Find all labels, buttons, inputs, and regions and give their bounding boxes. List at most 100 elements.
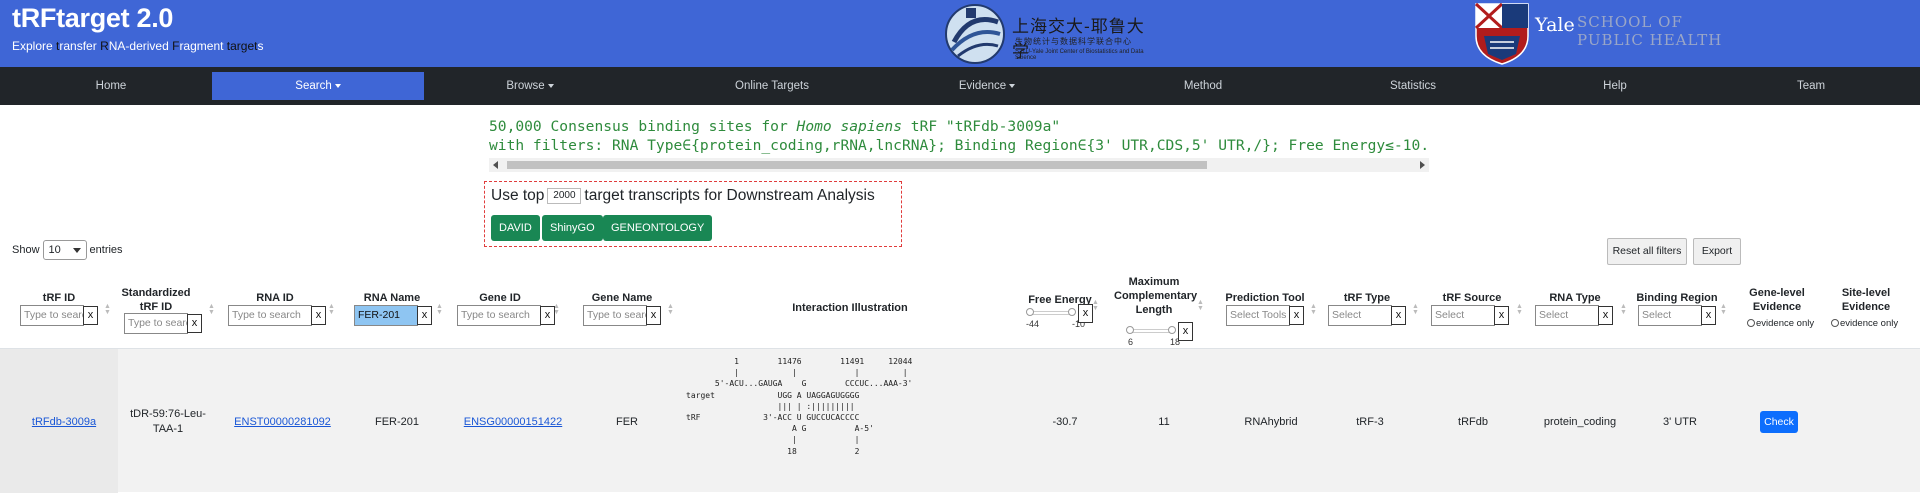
reset-filters-button[interactable]: Reset all filters: [1607, 238, 1687, 265]
clear-filter-button[interactable]: x: [1178, 322, 1193, 341]
sort-icon[interactable]: ▲ ▼: [1197, 299, 1204, 312]
checkbox-icon[interactable]: [1747, 319, 1755, 327]
clear-filter-button[interactable]: x: [1289, 306, 1304, 325]
yale-school-line1: SCHOOL OF: [1577, 13, 1683, 31]
yale-shield-icon[interactable]: [1474, 2, 1530, 66]
entries-select[interactable]: 10: [42, 240, 87, 260]
clear-filter-button[interactable]: x: [1078, 304, 1093, 323]
downstream-label-pre: Use top: [491, 187, 545, 204]
col-header-gene-id[interactable]: Gene ID: [455, 291, 545, 305]
shinygo-button[interactable]: ShinyGO: [542, 215, 603, 241]
filter-gene-id-input[interactable]: Type to search: [457, 305, 541, 326]
david-button[interactable]: DAVID: [491, 215, 540, 241]
col-header-trf-source[interactable]: tRF Source: [1430, 291, 1514, 305]
col-header-std-trf-id[interactable]: Standardized tRF ID: [118, 286, 194, 314]
comp-length-min-label: 6: [1128, 337, 1134, 347]
main-navbar: Home Search Browse Online Targets Eviden…: [0, 67, 1920, 105]
slider-max-handle[interactable]: [1168, 326, 1176, 334]
col-header-binding-region[interactable]: Binding Region: [1632, 291, 1722, 305]
rna-type-select[interactable]: Select: [1535, 305, 1599, 326]
clear-filter-button[interactable]: x: [311, 306, 326, 325]
sort-icon[interactable]: ▲ ▼: [1620, 303, 1627, 316]
slider-track[interactable]: [1129, 329, 1171, 333]
filter-std-trf-id-input[interactable]: Type to search: [124, 313, 188, 334]
clear-filter-button[interactable]: x: [83, 306, 98, 325]
nav-team[interactable]: Team: [1750, 67, 1872, 105]
nav-home[interactable]: Home: [50, 67, 172, 105]
sort-icon[interactable]: ▲ ▼: [104, 303, 111, 316]
entries-value: 10: [48, 244, 61, 256]
binding-region-select[interactable]: Select: [1638, 305, 1702, 326]
top-count-input[interactable]: 2000: [547, 187, 582, 204]
col-header-max-comp-len[interactable]: Maximum Complementary Length: [1114, 275, 1197, 317]
slider-track[interactable]: [1029, 311, 1071, 315]
cell-gene-id-link[interactable]: ENSG00000151422: [458, 415, 568, 430]
sjtu-yale-logo[interactable]: 上海交大-耶鲁大学 生物统计与数据科学联合中心 SJTU-Yale Joint …: [940, 2, 1155, 65]
filter-gene-name-input[interactable]: Type to search: [583, 305, 647, 326]
col-header-trf-id[interactable]: tRF ID: [20, 291, 98, 305]
filter-trf-id: Type to search x: [20, 305, 100, 326]
sort-icon[interactable]: ▲ ▼: [1412, 303, 1419, 316]
prediction-tool-select[interactable]: Select Tools: [1226, 305, 1290, 326]
nav-online-targets[interactable]: Online Targets: [700, 67, 844, 105]
scrollbar-thumb[interactable]: [507, 161, 1207, 169]
filter-rna-name-input[interactable]: FER-201: [354, 305, 418, 326]
sjtu-sub-cn: 生物统计与数据科学联合中心: [1015, 37, 1132, 46]
sort-icon[interactable]: ▲ ▼: [1516, 303, 1523, 316]
checkbox-icon[interactable]: [1831, 319, 1839, 327]
comp-length-slider[interactable]: 6 18 x: [1126, 322, 1206, 347]
trf-type-select[interactable]: Select: [1328, 305, 1392, 326]
cell-std-trf-id: tDR-59:76-Leu-TAA-1: [130, 408, 206, 435]
col-header-rna-type[interactable]: RNA Type: [1533, 291, 1617, 305]
sort-icon[interactable]: ▲ ▼: [328, 303, 335, 316]
filter-rna-id-input[interactable]: Type to search: [228, 305, 312, 326]
slider-max-handle[interactable]: [1068, 308, 1076, 316]
scroll-right-icon[interactable]: [1420, 161, 1425, 169]
clear-filter-button[interactable]: x: [1701, 306, 1716, 325]
filter-rna-name: FER-201 x: [354, 305, 434, 326]
clear-filter-button[interactable]: x: [417, 306, 432, 325]
gene-evidence-checkbox[interactable]: evidence only: [1747, 318, 1814, 329]
sort-icon[interactable]: ▲ ▼: [1720, 303, 1727, 316]
col-header-site-evidence[interactable]: Site-level Evidence: [1828, 286, 1904, 314]
nav-browse[interactable]: Browse: [469, 67, 591, 105]
scroll-left-icon[interactable]: [493, 161, 498, 169]
nav-statistics[interactable]: Statistics: [1352, 67, 1474, 105]
nav-method[interactable]: Method: [1142, 67, 1264, 105]
trf-source-select[interactable]: Select: [1431, 305, 1495, 326]
check-evidence-button[interactable]: Check: [1760, 411, 1798, 433]
nav-home-label: Home: [95, 80, 127, 92]
cell-trf-id-link[interactable]: tRFdb-3009a: [20, 415, 108, 430]
col-header-prediction-tool[interactable]: Prediction Tool: [1220, 291, 1310, 305]
cell-rna-id-link[interactable]: ENST00000281092: [230, 415, 335, 430]
clear-filter-button[interactable]: x: [540, 306, 555, 325]
site-evidence-checkbox[interactable]: evidence only: [1831, 318, 1898, 329]
slider-min-handle[interactable]: [1026, 308, 1034, 316]
export-button[interactable]: Export: [1693, 238, 1741, 265]
clear-filter-button[interactable]: x: [1391, 306, 1406, 325]
sort-icon[interactable]: ▲ ▼: [436, 303, 443, 316]
result-summary: 50,000 Consensus binding sites for Homo …: [489, 117, 1429, 155]
show-entries-control: Show 10 entries: [12, 240, 123, 260]
nav-search[interactable]: Search: [212, 72, 424, 100]
col-header-gene-name[interactable]: Gene Name: [580, 291, 664, 305]
slider-min-handle[interactable]: [1126, 326, 1134, 334]
col-header-trf-type[interactable]: tRF Type: [1325, 291, 1409, 305]
sort-icon[interactable]: ▲ ▼: [208, 303, 215, 316]
nav-evidence[interactable]: Evidence: [926, 67, 1048, 105]
col-header-rna-name[interactable]: RNA Name: [350, 291, 434, 305]
clear-filter-button[interactable]: x: [646, 306, 661, 325]
filter-binding-region: Select x: [1638, 305, 1718, 326]
clear-filter-button[interactable]: x: [1598, 306, 1613, 325]
clear-filter-button[interactable]: x: [187, 314, 202, 333]
filter-trf-id-input[interactable]: Type to search: [20, 305, 84, 326]
nav-help[interactable]: Help: [1554, 67, 1676, 105]
sort-icon[interactable]: ▲ ▼: [667, 303, 674, 316]
clear-filter-button[interactable]: x: [1494, 306, 1509, 325]
col-header-rna-id[interactable]: RNA ID: [230, 291, 320, 305]
free-energy-slider[interactable]: -44 -10 x: [1026, 304, 1106, 329]
col-header-gene-evidence[interactable]: Gene-level Evidence: [1745, 286, 1809, 314]
site-title[interactable]: tRFtarget 2.0: [12, 3, 173, 34]
geneontology-button[interactable]: GENEONTOLOGY: [603, 215, 713, 241]
summary-horizontal-scrollbar[interactable]: [489, 158, 1429, 172]
